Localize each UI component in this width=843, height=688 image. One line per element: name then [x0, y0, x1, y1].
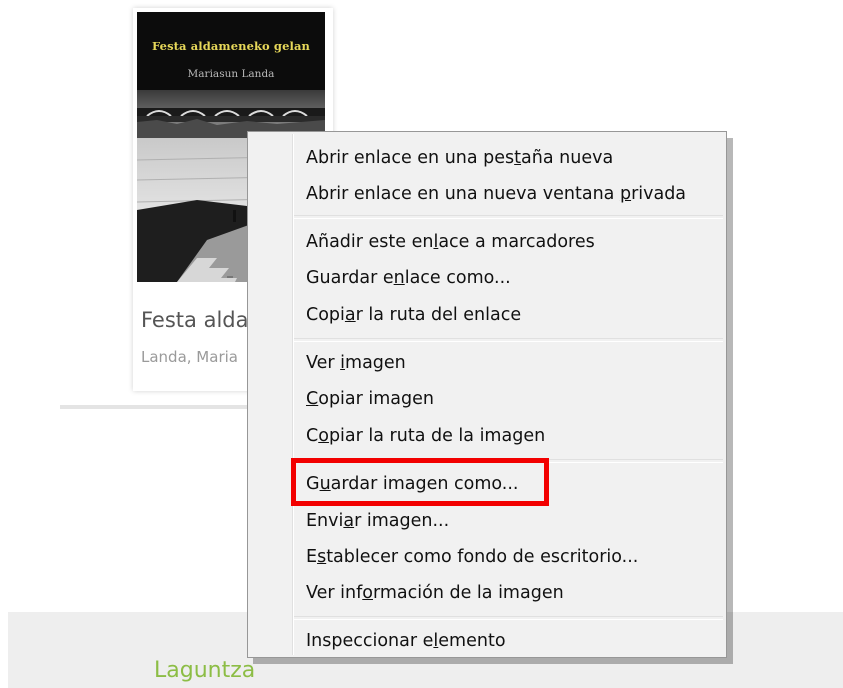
menu-item-label: r imagen... — [354, 511, 450, 531]
context-menu: Abrir enlace en una pestaña nueva Abrir … — [247, 131, 727, 658]
menu-accelerator-key: s — [317, 547, 327, 567]
menu-accelerator-key: C — [306, 389, 319, 409]
menu-item-label: Abrir enlace en una pes — [306, 148, 515, 168]
menu-separator — [294, 215, 723, 219]
menu-item-label: Guardar e — [306, 268, 394, 288]
menu-item-view-image-info[interactable]: Ver información de la imagen — [306, 582, 564, 604]
menu-item-label: ace a marcadores — [438, 232, 595, 252]
menu-item-view-image[interactable]: Ver imagen — [306, 352, 406, 374]
menu-item-label: opiar imagen — [318, 389, 434, 409]
menu-item-label: Inspeccionar e — [306, 631, 434, 651]
menu-item-label: Añadir este en — [306, 232, 434, 252]
menu-item-copy-link-location[interactable]: Copiar la ruta del enlace — [306, 304, 521, 326]
menu-accelerator-key: o — [318, 426, 329, 446]
menu-item-save-link-as[interactable]: Guardar enlace como... — [306, 267, 511, 289]
menu-item-label: Copi — [306, 305, 345, 325]
book-title[interactable]: Festa alda — [141, 308, 248, 332]
menu-item-label: piar la ruta de la imagen — [328, 426, 546, 446]
menu-accelerator-key: o — [362, 583, 373, 603]
menu-item-label: tablecer como fondo de escritorio... — [326, 547, 639, 567]
menu-gutter-highlight — [293, 134, 294, 655]
menu-item-set-as-desktop-background[interactable]: Establecer como fondo de escritorio... — [306, 546, 638, 568]
menu-item-label: Envi — [306, 511, 344, 531]
menu-item-label: C — [306, 426, 319, 446]
menu-item-label: magen — [345, 353, 406, 373]
menu-item-label: rivada — [631, 184, 687, 204]
menu-accelerator-key: a — [344, 305, 356, 325]
menu-accelerator-key: a — [343, 511, 355, 531]
menu-separator — [294, 616, 723, 620]
book-author[interactable]: Landa, Maria — [141, 348, 238, 366]
menu-item-bookmark-link[interactable]: Añadir este enlace a marcadores — [306, 231, 595, 253]
menu-item-label: Ver inf — [306, 583, 363, 603]
menu-item-label: Abrir enlace en una nueva ventana — [306, 184, 620, 204]
highlight-annotation-box — [291, 458, 549, 506]
menu-item-send-image[interactable]: Enviar imagen... — [306, 510, 449, 532]
menu-accelerator-key: n — [393, 268, 405, 288]
cover-author: Mariasun Landa — [187, 68, 275, 80]
menu-separator — [294, 338, 723, 342]
help-link[interactable]: Laguntza — [154, 658, 255, 683]
menu-item-label: aña nueva — [521, 148, 614, 168]
menu-item-open-link-private-window[interactable]: Abrir enlace en una nueva ventana privad… — [306, 183, 686, 205]
menu-item-label: r la ruta del enlace — [355, 305, 522, 325]
menu-item-label: E — [306, 547, 318, 567]
menu-item-label: Ver — [306, 353, 341, 373]
menu-item-label: rmación de la imagen — [372, 583, 564, 603]
cover-title: Festa aldameneko gelan — [152, 39, 310, 53]
menu-item-label: emento — [438, 631, 506, 651]
menu-item-copy-image[interactable]: Copiar imagen — [306, 388, 434, 410]
menu-item-inspect-element[interactable]: Inspeccionar elemento — [306, 630, 506, 652]
menu-accelerator-key: p — [619, 184, 632, 204]
menu-item-open-link-new-tab[interactable]: Abrir enlace en una pestaña nueva — [306, 147, 613, 169]
menu-item-label: lace como... — [404, 268, 511, 288]
menu-item-copy-image-location[interactable]: Copiar la ruta de la imagen — [306, 425, 545, 447]
